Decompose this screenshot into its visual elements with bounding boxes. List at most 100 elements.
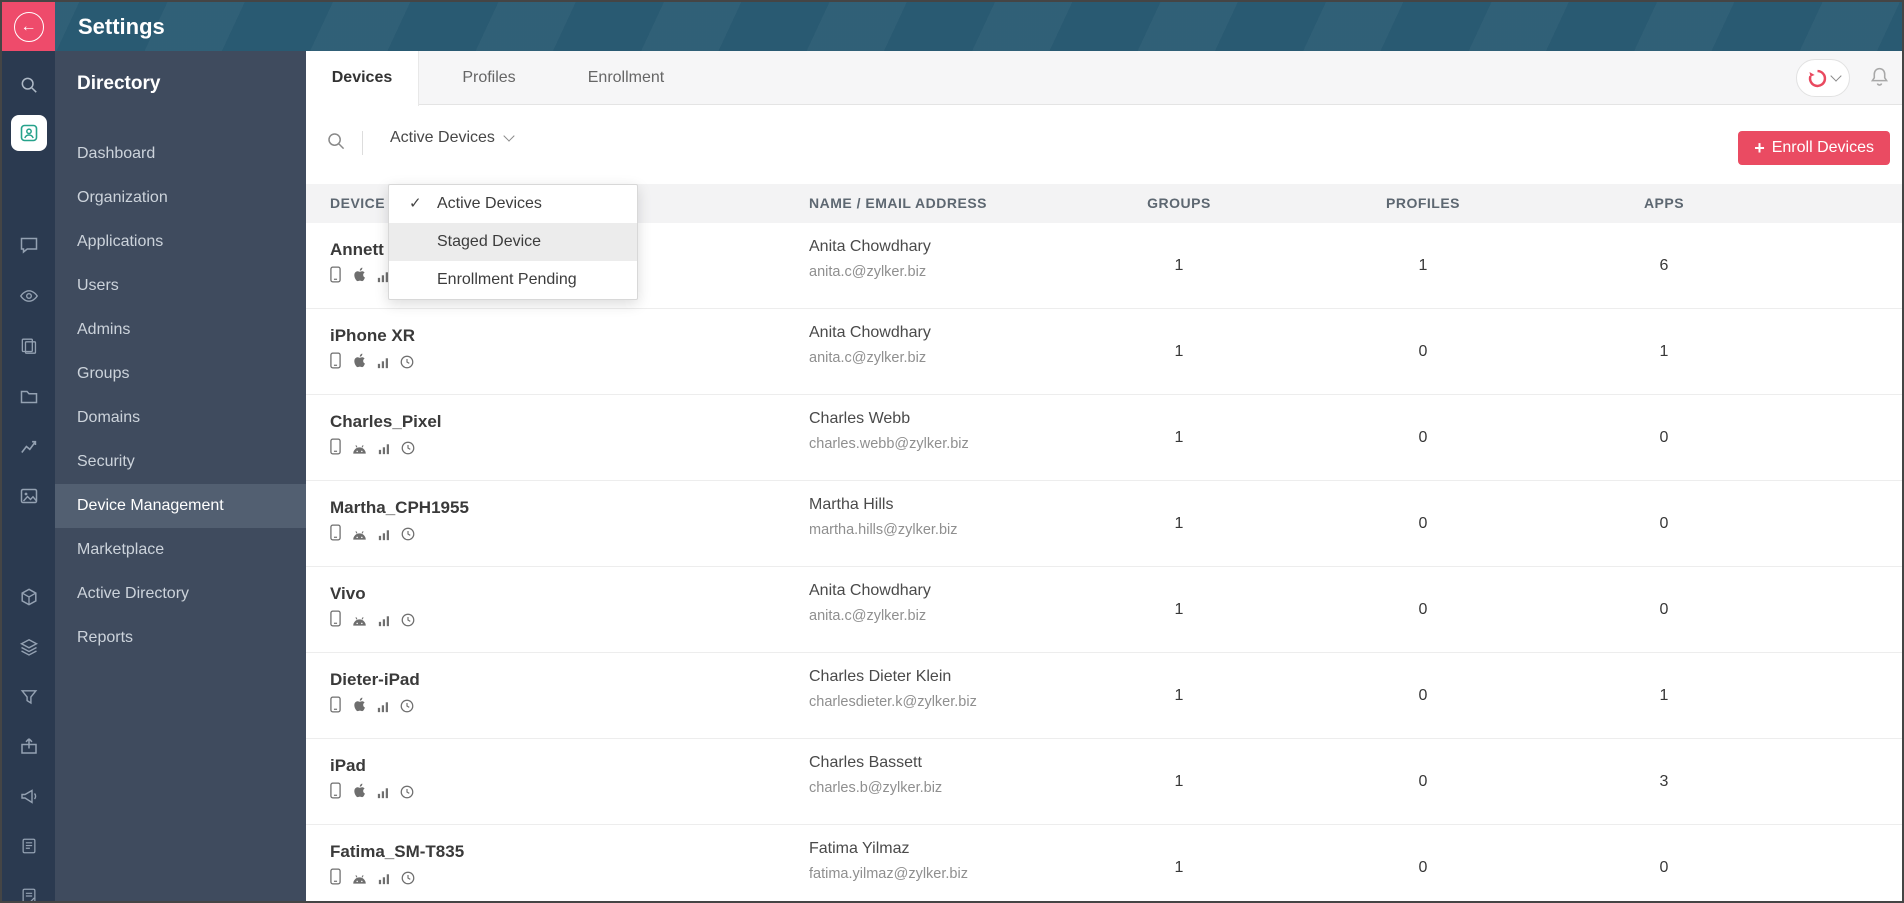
dropdown-item-label: Staged Device: [437, 233, 542, 250]
clock-icon: [401, 871, 415, 890]
notes-icon[interactable]: [20, 887, 38, 901]
directory-app-icon[interactable]: [10, 115, 47, 151]
back-button[interactable]: ←: [2, 2, 55, 51]
pages-icon[interactable]: [19, 337, 38, 356]
owner-name: Martha Hills: [809, 496, 894, 513]
sidebar-item-domains[interactable]: Domains: [55, 396, 306, 440]
owner-cell: Anita Chowdhary anita.c@zylker.biz: [809, 238, 931, 280]
groups-count: 1: [1174, 686, 1184, 704]
apps-count: 1: [1659, 686, 1669, 704]
tab-devices[interactable]: Devices: [306, 51, 419, 106]
signal-icon: [377, 356, 389, 374]
groups-count: 1: [1174, 772, 1184, 790]
notifications-button[interactable]: [1867, 65, 1892, 95]
device-name: Dieter-iPad: [330, 670, 420, 689]
sidebar-item-active-directory[interactable]: Active Directory: [55, 572, 306, 616]
device-name: iPhone XR: [330, 326, 416, 345]
sidebar-item-applications[interactable]: Applications: [55, 220, 306, 264]
android-icon: [352, 528, 367, 546]
dropdown-item-active-devices[interactable]: ✓ Active Devices: [389, 185, 637, 223]
android-icon: [352, 442, 367, 460]
table-row[interactable]: iPad Charles Bassett charles.b@zylker.bi…: [306, 739, 1902, 825]
table-row[interactable]: Martha_CPH1955 Martha Hills martha.hills…: [306, 481, 1902, 567]
search-icon: [328, 133, 345, 150]
apps-count: 0: [1659, 600, 1669, 618]
table-row[interactable]: Charles_Pixel Charles Webb charles.webb@…: [306, 395, 1902, 481]
device-filter-dropdown-menu: ✓ Active Devices Staged Device Enrollmen…: [388, 184, 638, 300]
phone-icon: [330, 524, 341, 546]
owner-name: Charles Webb: [809, 410, 911, 427]
account-menu-button[interactable]: [1796, 59, 1850, 97]
device-cell: Fatima_SM-T835: [330, 842, 464, 890]
sidebar-item-device-management[interactable]: Device Management: [55, 484, 306, 528]
apps-count: 0: [1659, 858, 1669, 876]
phone-icon: [330, 352, 341, 374]
device-name: Martha_CPH1955: [330, 498, 469, 517]
enroll-devices-button[interactable]: + Enroll Devices: [1738, 131, 1890, 165]
signal-icon: [377, 700, 389, 718]
dropdown-item-enrollment-pending[interactable]: Enrollment Pending: [389, 261, 637, 299]
clock-icon: [401, 613, 415, 632]
sidebar-item-security[interactable]: Security: [55, 440, 306, 484]
device-filter-dropdown-trigger[interactable]: Active Devices: [390, 129, 515, 147]
owner-name: Anita Chowdhary: [809, 324, 931, 341]
sidebar-item-groups[interactable]: Groups: [55, 352, 306, 396]
table-row[interactable]: Vivo Anita Chowdhary anita.c@zylker.biz …: [306, 567, 1902, 653]
app-icon-rail: [2, 51, 55, 901]
enroll-devices-label: Enroll Devices: [1771, 139, 1874, 156]
sidebar-item-marketplace[interactable]: Marketplace: [55, 528, 306, 572]
form-icon[interactable]: [20, 837, 38, 855]
dropdown-item-staged-device[interactable]: Staged Device: [389, 223, 637, 261]
owner-cell: Anita Chowdhary anita.c@zylker.biz: [809, 582, 931, 624]
tab-enrollment[interactable]: Enrollment: [558, 51, 694, 105]
toolbar-divider: [362, 131, 363, 155]
table-row[interactable]: Dieter-iPad Charles Dieter Klein charles…: [306, 653, 1902, 739]
folder-icon[interactable]: [19, 387, 39, 407]
cube-icon[interactable]: [19, 587, 39, 607]
package-icon[interactable]: [19, 736, 39, 756]
chart-icon[interactable]: [19, 436, 39, 456]
tab-profiles[interactable]: Profiles: [434, 51, 544, 105]
owner-email: martha.hills@zylker.biz: [809, 522, 958, 538]
table-search-button[interactable]: [326, 131, 346, 156]
device-icons: [330, 524, 469, 546]
top-bar: ← Settings: [2, 2, 1902, 51]
gallery-icon[interactable]: [19, 486, 39, 506]
clock-icon: [401, 527, 415, 546]
sidebar-item-dashboard[interactable]: Dashboard: [55, 132, 306, 176]
sidebar: Directory Dashboard Organization Applica…: [55, 51, 306, 901]
owner-email: charlesdieter.k@zylker.biz: [809, 694, 977, 710]
sidebar-item-admins[interactable]: Admins: [55, 308, 306, 352]
megaphone-icon[interactable]: [19, 786, 39, 806]
plus-icon: +: [1754, 138, 1765, 158]
sidebar-item-reports[interactable]: Reports: [55, 616, 306, 660]
android-icon: [352, 872, 367, 890]
filter-icon[interactable]: [19, 688, 38, 707]
device-icons: [330, 696, 420, 718]
sidebar-item-users[interactable]: Users: [55, 264, 306, 308]
active-app-tile: [10, 115, 47, 151]
profiles-count: 0: [1418, 428, 1428, 446]
apps-count: 0: [1659, 428, 1669, 446]
device-table: Annett Anita Chowdhary anita.c@zylker.bi…: [306, 223, 1902, 901]
device-cell: Dieter-iPad: [330, 670, 420, 718]
table-row[interactable]: iPhone XR Anita Chowdhary anita.c@zylker…: [306, 309, 1902, 395]
eye-icon[interactable]: [19, 286, 39, 306]
groups-count: 1: [1174, 428, 1184, 446]
device-name: Fatima_SM-T835: [330, 842, 465, 861]
owner-email: anita.c@zylker.biz: [809, 264, 927, 280]
profiles-count: 0: [1418, 858, 1428, 876]
owner-cell: Anita Chowdhary anita.c@zylker.biz: [809, 324, 931, 366]
layers-icon[interactable]: [19, 637, 39, 657]
owner-email: anita.c@zylker.biz: [809, 350, 927, 366]
table-row[interactable]: Fatima_SM-T835 Fatima Yilmaz fatima.yilm…: [306, 825, 1902, 901]
device-icons: [330, 352, 415, 374]
column-header-groups: GROUPS: [1147, 195, 1211, 211]
signal-icon: [378, 442, 390, 460]
sidebar-item-organization[interactable]: Organization: [55, 176, 306, 220]
apps-count: 1: [1659, 342, 1669, 360]
search-icon[interactable]: [19, 76, 38, 95]
apple-icon: [352, 782, 366, 804]
device-name: iPad: [330, 756, 366, 775]
chat-icon[interactable]: [19, 235, 39, 255]
